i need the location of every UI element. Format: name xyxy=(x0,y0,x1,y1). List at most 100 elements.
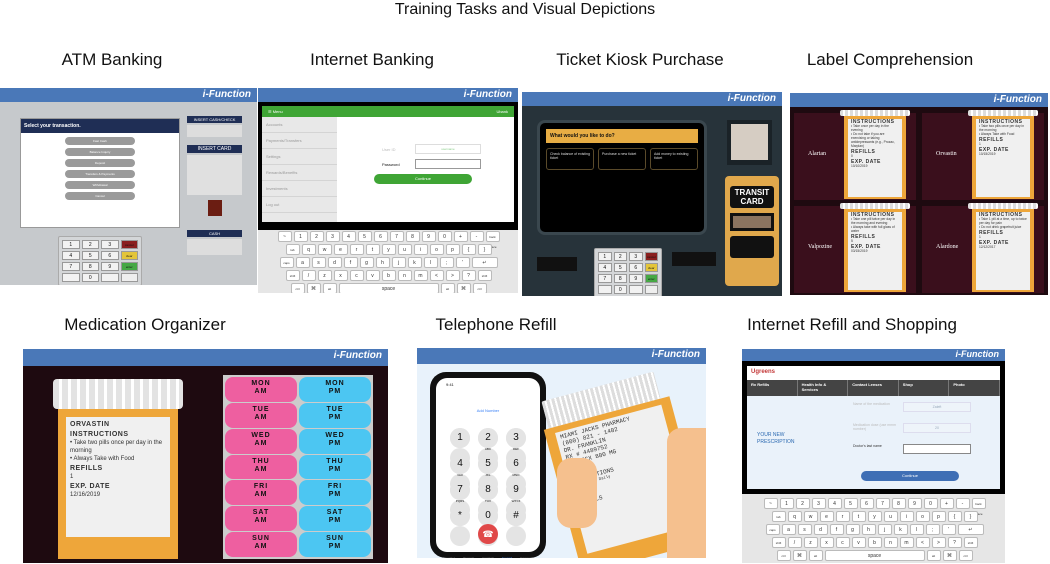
key-0[interactable]: ~ xyxy=(763,497,778,509)
key-0[interactable]: tab xyxy=(285,243,300,255)
field-input[interactable] xyxy=(903,444,971,454)
key-2[interactable]: alt xyxy=(322,282,337,293)
key-5[interactable]: ⌘ xyxy=(942,549,957,561)
keypad-key[interactable]: 7 xyxy=(598,274,612,283)
key-12[interactable]: ↵ xyxy=(957,523,984,535)
phone-tab[interactable]: Contacts xyxy=(482,556,494,558)
key-5[interactable]: t xyxy=(851,510,866,522)
key-11[interactable]: + xyxy=(453,230,468,242)
continue-button[interactable]: Continue xyxy=(374,174,472,184)
key-8[interactable]: k xyxy=(407,256,422,268)
key-10[interactable]: > xyxy=(445,269,460,281)
key-12[interactable]: shift xyxy=(477,269,492,281)
pill-compartment-pm[interactable]: WED PM xyxy=(299,428,371,454)
key-2[interactable]: z xyxy=(317,269,332,281)
pill-compartment-am[interactable]: MON AM xyxy=(225,377,297,402)
keypad-key[interactable]: enter xyxy=(644,274,658,283)
nav-item[interactable]: Rx Refills xyxy=(747,380,798,396)
key-4[interactable]: 4 xyxy=(827,497,842,509)
phone-tab[interactable]: Recents xyxy=(463,556,474,558)
keypad-key[interactable]: 3 xyxy=(629,252,643,261)
key-7[interactable]: n xyxy=(883,536,898,548)
key-1[interactable]: ⌘ xyxy=(792,549,807,561)
key-7[interactable]: n xyxy=(397,269,412,281)
key-3[interactable]: x xyxy=(819,536,834,548)
key-8[interactable]: 8 xyxy=(891,497,906,509)
key-8[interactable]: i xyxy=(413,243,428,255)
key-12[interactable]: - xyxy=(469,230,484,242)
key-10[interactable]: ; xyxy=(439,256,454,268)
keypad-key[interactable]: 1 xyxy=(598,252,612,261)
key-6[interactable]: h xyxy=(861,523,876,535)
pill-compartment-pm[interactable]: FRI PM xyxy=(299,480,371,506)
key-3[interactable]: e xyxy=(819,510,834,522)
field-input[interactable]: 20 xyxy=(903,423,971,433)
keypad-key[interactable]: 6 xyxy=(101,251,119,260)
ticket-option-button[interactable]: Add money to existing ticket xyxy=(650,148,698,170)
dial-key[interactable]: # xyxy=(506,506,526,546)
key-3[interactable]: 3 xyxy=(811,497,826,509)
key-9[interactable]: l xyxy=(423,256,438,268)
insert-check-slot[interactable]: INSERT CASH/CHECK xyxy=(187,116,242,123)
keypad-key[interactable]: 7 xyxy=(62,262,80,271)
key-6[interactable]: ctrl xyxy=(472,282,487,293)
keypad-key[interactable] xyxy=(101,273,119,282)
keypad-key[interactable]: 9 xyxy=(101,262,119,271)
atm-option-button[interactable]: Balance Inquiry xyxy=(65,148,135,156)
nav-item[interactable]: Contact Lenses xyxy=(848,380,899,396)
keypad-key[interactable] xyxy=(629,285,643,294)
key-9[interactable]: o xyxy=(429,243,444,255)
key-1[interactable]: 1 xyxy=(779,497,794,509)
key-2[interactable]: alt xyxy=(808,549,823,561)
dial-key[interactable]: 2 ABC xyxy=(478,428,498,468)
nav-item[interactable]: Health Info & Services xyxy=(798,380,849,396)
key-9[interactable]: 9 xyxy=(907,497,922,509)
nav-item[interactable]: Shop xyxy=(899,380,950,396)
key-7[interactable]: 7 xyxy=(875,497,890,509)
key-6[interactable]: y xyxy=(381,243,396,255)
keypad-key[interactable]: clear xyxy=(644,263,658,272)
key-10[interactable]: p xyxy=(445,243,460,255)
key-12[interactable]: } xyxy=(963,510,978,522)
phone-tab[interactable]: Keypad xyxy=(502,556,512,558)
sidebar-item[interactable]: Accounts xyxy=(262,117,337,133)
key-2[interactable]: s xyxy=(797,523,812,535)
key-6[interactable]: y xyxy=(867,510,882,522)
pill-compartment-am[interactable]: TUE AM xyxy=(225,402,297,428)
key-4[interactable]: alt xyxy=(440,282,455,293)
key-11[interactable]: + xyxy=(939,497,954,509)
key-0[interactable]: shift xyxy=(771,536,786,548)
key-0[interactable]: tab xyxy=(771,510,786,522)
keypad-key[interactable]: 2 xyxy=(81,240,99,249)
key-10[interactable]: > xyxy=(931,536,946,548)
key-13[interactable]: back space xyxy=(971,497,986,516)
key-13[interactable]: back space xyxy=(485,230,500,249)
menu-button[interactable]: ☰ Menu xyxy=(268,106,283,117)
user-id-field[interactable]: username xyxy=(415,144,481,154)
keypad-key[interactable]: 8 xyxy=(81,262,99,271)
key-1[interactable]: q xyxy=(301,243,316,255)
key-7[interactable]: j xyxy=(391,256,406,268)
keypad-key[interactable] xyxy=(120,273,138,282)
key-11[interactable]: { xyxy=(461,243,476,255)
key-6[interactable]: b xyxy=(867,536,882,548)
key-1[interactable]: 1 xyxy=(293,230,308,242)
key-3[interactable]: 3 xyxy=(325,230,340,242)
key-6[interactable]: b xyxy=(381,269,396,281)
key-2[interactable]: w xyxy=(317,243,332,255)
key-9[interactable]: 9 xyxy=(421,230,436,242)
key-12[interactable]: shift xyxy=(963,536,978,548)
key-3[interactable]: x xyxy=(333,269,348,281)
insert-card-slot[interactable]: INSERT CARD xyxy=(187,145,242,153)
dial-key[interactable]: 0+ xyxy=(478,506,498,546)
sidebar-item[interactable]: Settings xyxy=(262,149,337,165)
key-4[interactable]: f xyxy=(343,256,358,268)
key-8[interactable]: m xyxy=(413,269,428,281)
key-3[interactable]: e xyxy=(333,243,348,255)
key-9[interactable]: < xyxy=(429,269,444,281)
key-12[interactable]: ↵ xyxy=(471,256,498,268)
key-12[interactable]: - xyxy=(955,497,970,509)
nav-item[interactable]: Photo xyxy=(949,380,1000,396)
keypad-key[interactable]: 0 xyxy=(613,285,627,294)
key-6[interactable]: 6 xyxy=(373,230,388,242)
